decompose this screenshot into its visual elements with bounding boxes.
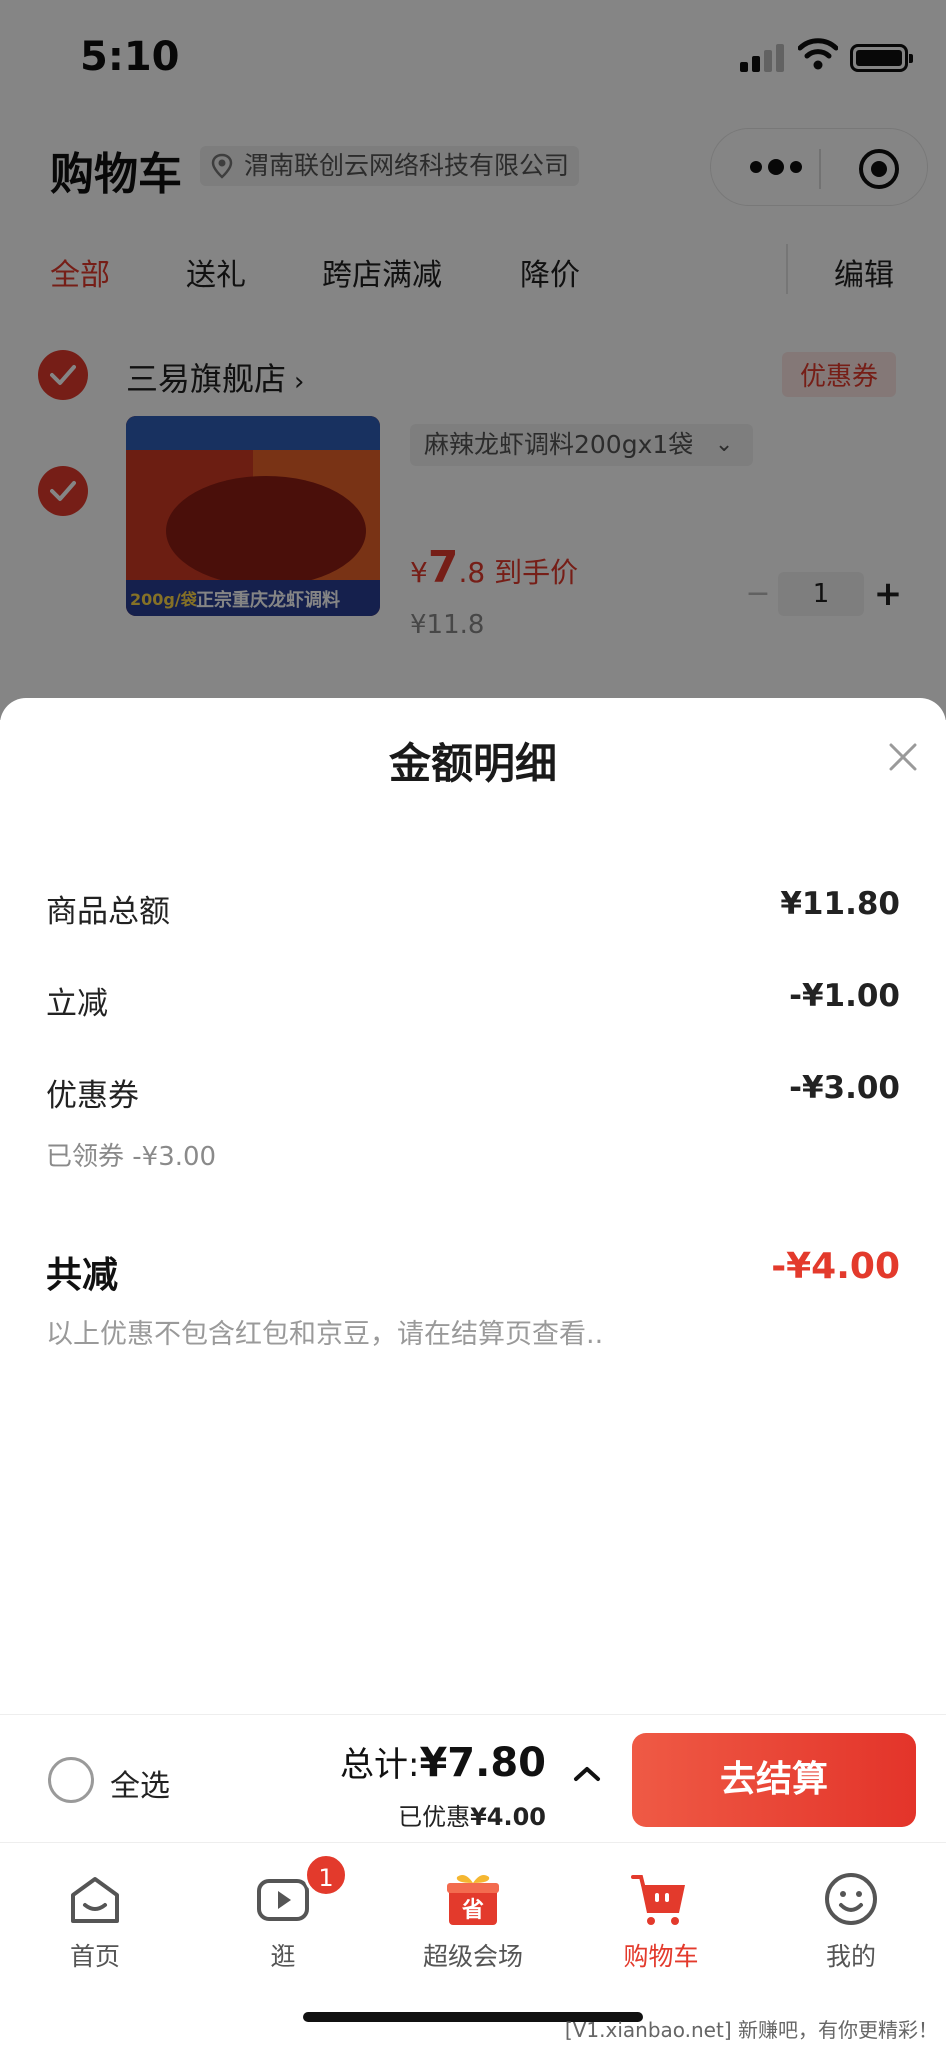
saved-amount: 已优惠¥4.00: [398, 1797, 546, 1832]
checkout-bar: 全选 总计:¥7.80 已优惠¥4.00 去结算: [0, 1714, 946, 1842]
cart-icon: [631, 1875, 685, 1925]
nav-home-label: 首页: [69, 1942, 120, 1971]
saved-amount-value: ¥4.00: [470, 1803, 546, 1831]
bottom-tab-bar: 首页 1 逛 省 超级会场 购物车 我的: [0, 1842, 946, 1992]
gift-box-icon-text: 省: [461, 1898, 484, 1923]
coupon-value: -¥3.00: [789, 1070, 900, 1106]
notification-badge: 1: [304, 1853, 348, 1897]
coupon-claimed-note: 已领券 -¥3.00: [46, 1142, 217, 1172]
smiley-icon: [825, 1873, 877, 1925]
watermark: [V1.xianbao.net] 新赚吧，有你更精彩！: [564, 2018, 938, 2042]
total-price: 总计:¥7.80: [340, 1737, 546, 1786]
nav-cart[interactable]: 购物车: [586, 1857, 736, 1977]
nav-home[interactable]: 首页: [20, 1857, 170, 1977]
nav-super-venue[interactable]: 省 超级会场: [398, 1857, 548, 1977]
total-discount-label: 共减: [46, 1255, 119, 1296]
total-price-label: 总计:: [340, 1745, 420, 1785]
close-icon[interactable]: [888, 742, 918, 772]
instant-discount-label: 立减: [46, 986, 108, 1022]
instant-discount-value: -¥1.00: [789, 978, 900, 1014]
discount-note: 以上优惠不包含红包和京豆，请在结算页查看..: [46, 1319, 604, 1350]
select-all-label[interactable]: 全选: [110, 1761, 170, 1805]
select-all-radio[interactable]: [48, 1757, 94, 1803]
chevron-up-icon[interactable]: [572, 1759, 602, 1789]
gift-box-icon: 省: [447, 1875, 499, 1925]
checkout-button[interactable]: 去结算: [632, 1733, 916, 1827]
nav-mine[interactable]: 我的: [776, 1857, 926, 1977]
goods-total-value: ¥11.80: [780, 886, 900, 922]
nav-super-venue-label: 超级会场: [422, 1942, 523, 1971]
nav-mine-label: 我的: [825, 1942, 876, 1971]
total-discount-value: -¥4.00: [771, 1246, 900, 1287]
saved-amount-label: 已优惠: [398, 1803, 471, 1831]
total-price-value: ¥7.80: [419, 1740, 546, 1786]
goods-total-label: 商品总额: [46, 894, 170, 930]
home-icon: [71, 1877, 119, 1923]
nav-cart-label: 购物车: [623, 1942, 699, 1971]
modal-overlay[interactable]: [0, 0, 946, 720]
coupon-label: 优惠券: [46, 1078, 139, 1114]
nav-browse-label: 逛: [270, 1942, 296, 1971]
nav-browse[interactable]: 1 逛: [208, 1853, 358, 1977]
sheet-title: 金额明细: [388, 739, 557, 788]
